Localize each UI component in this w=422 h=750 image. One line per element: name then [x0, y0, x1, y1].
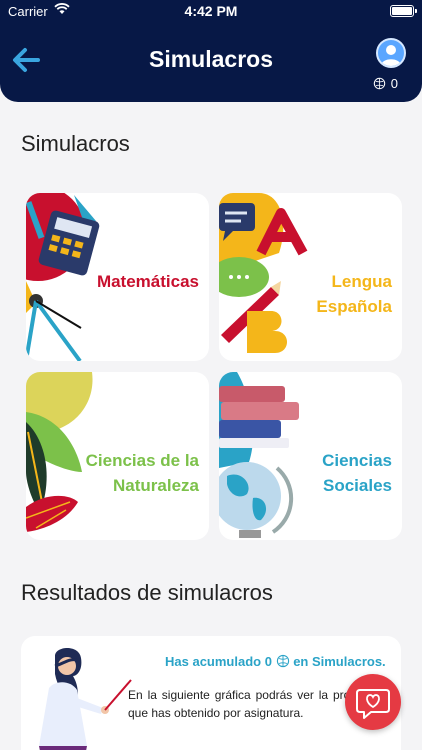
label-line-2: Sociales: [323, 476, 392, 495]
subject-card-ciencias-naturaleza[interactable]: Ciencias de la Naturaleza: [26, 372, 209, 540]
app-header: Simulacros 0: [0, 22, 422, 102]
subject-card-matematicas[interactable]: Matemáticas: [26, 193, 209, 361]
headline-suffix: en Simulacros.: [293, 654, 386, 669]
subject-label-matematicas: Matemáticas: [97, 269, 199, 294]
battery-icon: [390, 5, 417, 17]
subject-card-ciencias-sociales[interactable]: Ciencias Sociales: [219, 372, 402, 540]
label-line-2: Española: [316, 297, 392, 316]
heart-chat-icon: [356, 689, 390, 719]
subject-label-ciencias-sociales: Ciencias Sociales: [322, 448, 392, 498]
label-line-1: Ciencias: [322, 451, 392, 470]
section-title-simulacros: Simulacros: [21, 131, 130, 156]
label-line-1: Matemáticas: [96, 272, 199, 291]
label-line-1: Ciencias de la: [85, 451, 199, 470]
results-card: Has acumulado 0 en Simulacros. En la sig…: [21, 636, 401, 750]
clock: 4:42 PM: [184, 3, 238, 19]
headline-prefix: Has acumulado 0: [165, 654, 272, 669]
points-value: 0: [390, 76, 398, 91]
avatar[interactable]: [376, 38, 406, 68]
section-title-resultados: Resultados de simulacros: [21, 580, 273, 605]
label-line-2: Naturaleza: [113, 476, 199, 495]
subject-card-lengua-espanola[interactable]: Lengua Española: [219, 193, 402, 361]
avatar-icon: [381, 45, 401, 66]
subject-label-ciencias-naturaleza: Ciencias de la Naturaleza: [86, 448, 199, 498]
label-line-1: Lengua: [331, 272, 392, 291]
results-headline: Has acumulado 0 en Simulacros.: [165, 654, 386, 669]
teacher-illustration: [39, 648, 132, 750]
brain-icon: [373, 77, 385, 90]
points-indicator: 0: [373, 76, 398, 91]
subject-label-lengua-espanola: Lengua Española: [316, 269, 392, 319]
page-title: Simulacros: [149, 46, 273, 72]
status-bar: Carrier 4:42 PM: [0, 0, 422, 22]
help-chat-button[interactable]: [345, 674, 401, 730]
brain-icon: [276, 654, 289, 668]
